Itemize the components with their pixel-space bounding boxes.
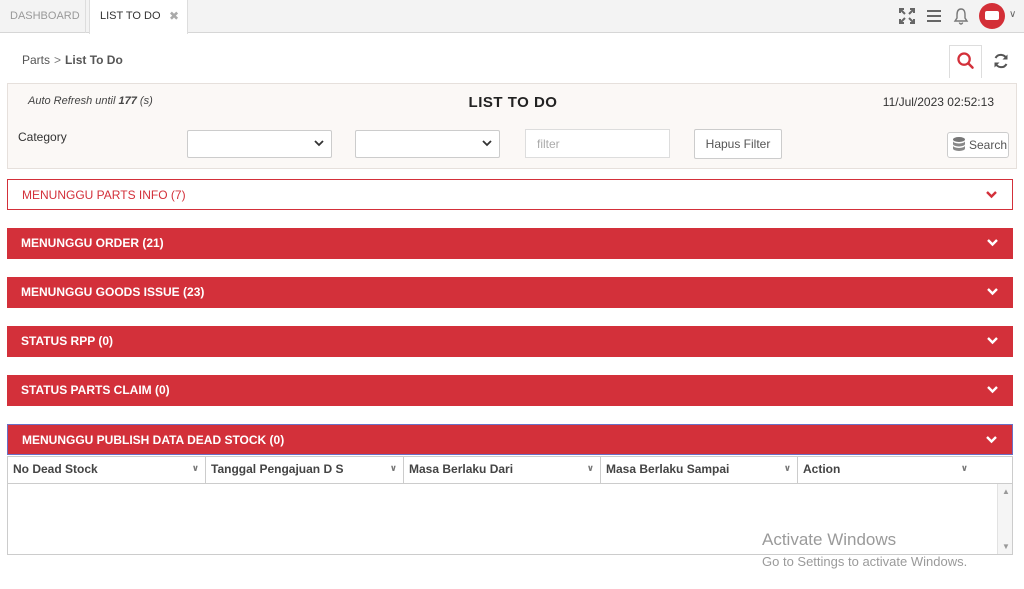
tab-dashboard[interactable]: DASHBOARD — [0, 0, 86, 33]
page-title: LIST TO DO — [468, 94, 558, 111]
column-header[interactable]: Masa Berlaku Sampai ∨ — [601, 457, 798, 484]
breadcrumb-parent[interactable]: Parts — [22, 53, 50, 67]
grid-header: No Dead Stock ∨ Tanggal Pengajuan D S ∨ … — [8, 457, 1012, 484]
column-header[interactable]: Tanggal Pengajuan D S ∨ — [206, 457, 404, 484]
fullscreen-icon[interactable] — [898, 7, 916, 25]
tab-list-to-do-label: LIST TO DO — [100, 10, 161, 22]
menu-icon[interactable] — [925, 7, 943, 25]
chevron-down-icon — [482, 140, 492, 147]
section-title: MENUNGGU PUBLISH DATA DEAD STOCK (0) — [22, 433, 285, 447]
vertical-scrollbar[interactable]: ▲ ▼ — [997, 484, 1012, 554]
scroll-down-arrow-icon[interactable]: ▼ — [1002, 542, 1010, 551]
section-menunggu-publish-dead-stock[interactable]: MENUNGGU PUBLISH DATA DEAD STOCK (0) — [7, 424, 1013, 455]
search-icon — [957, 52, 974, 69]
refresh-icon[interactable] — [992, 52, 1010, 70]
chevron-down-icon[interactable]: ∨ — [390, 463, 397, 474]
filter-panel: Auto Refresh until 177 (s) LIST TO DO 11… — [7, 83, 1017, 169]
column-label: Masa Berlaku Sampai — [606, 462, 730, 476]
car-icon — [985, 11, 999, 20]
search-button[interactable]: Search — [947, 132, 1009, 158]
hapus-filter-button[interactable]: Hapus Filter — [694, 129, 782, 159]
search-toggle-button[interactable] — [949, 45, 982, 78]
column-label: Action — [803, 462, 841, 476]
column-label: Tanggal Pengajuan D S — [211, 462, 344, 476]
section-title: STATUS RPP (0) — [21, 334, 114, 348]
tab-dashboard-label: DASHBOARD — [10, 10, 80, 22]
tab-list-to-do[interactable]: LIST TO DO ✖ — [89, 0, 188, 34]
tab-bar: DASHBOARD LIST TO DO ✖ ∨ — [0, 0, 1024, 34]
chevron-down-icon — [314, 140, 324, 147]
chevron-down-icon[interactable]: ∨ — [961, 463, 968, 474]
column-label: Masa Berlaku Dari — [409, 462, 514, 476]
column-header[interactable]: No Dead Stock ∨ — [8, 457, 206, 484]
activation-watermark-title: Activate Windows — [762, 530, 897, 549]
chevron-down-icon — [987, 239, 998, 247]
chevron-down-icon — [986, 436, 997, 444]
chevron-down-icon — [987, 386, 998, 394]
section-title: MENUNGGU GOODS ISSUE (23) — [21, 285, 205, 299]
section-status-rpp[interactable]: STATUS RPP (0) — [7, 326, 1013, 357]
breadcrumb: Parts > List To Do — [22, 53, 123, 67]
activation-watermark-subtitle: Go to Settings to activate Windows. — [762, 554, 968, 569]
section-menunggu-goods-issue[interactable]: MENUNGGU GOODS ISSUE (23) — [7, 277, 1013, 308]
column-label: No Dead Stock — [13, 462, 98, 476]
section-title: MENUNGGU PARTS INFO (7) — [22, 188, 186, 202]
section-menunggu-order[interactable]: MENUNGGU ORDER (21) — [7, 228, 1013, 259]
close-icon[interactable]: ✖ — [169, 0, 179, 33]
database-icon — [953, 137, 965, 151]
chevron-down-icon[interactable]: ∨ — [192, 463, 199, 474]
category-select[interactable] — [187, 130, 332, 158]
chevron-down-icon — [987, 337, 998, 345]
search-button-label: Search — [969, 138, 1008, 152]
filter-input[interactable] — [525, 129, 670, 158]
column-header[interactable]: Masa Berlaku Dari ∨ — [404, 457, 601, 484]
section-menunggu-parts-info[interactable]: MENUNGGU PARTS INFO (7) — [7, 179, 1013, 210]
category-label: Category — [18, 130, 67, 144]
breadcrumb-separator: > — [54, 53, 62, 67]
section-title: STATUS PARTS CLAIM (0) — [21, 383, 170, 397]
chevron-down-icon — [986, 191, 997, 199]
user-avatar[interactable] — [979, 3, 1005, 29]
chevron-down-icon[interactable]: ∨ — [784, 463, 791, 474]
scroll-up-arrow-icon[interactable]: ▲ — [1002, 487, 1010, 496]
bell-icon[interactable] — [952, 7, 970, 25]
section-title: MENUNGGU ORDER (21) — [21, 236, 164, 250]
current-datetime: 11/Jul/2023 02:52:13 — [882, 95, 994, 109]
column-header[interactable]: Action ∨ — [798, 457, 974, 484]
chevron-down-icon — [987, 288, 998, 296]
chevron-down-icon[interactable]: ∨ — [1009, 9, 1016, 20]
subcategory-select[interactable] — [355, 130, 500, 158]
section-status-parts-claim[interactable]: STATUS PARTS CLAIM (0) — [7, 375, 1013, 406]
chevron-down-icon[interactable]: ∨ — [587, 463, 594, 474]
breadcrumb-current: List To Do — [65, 53, 123, 67]
